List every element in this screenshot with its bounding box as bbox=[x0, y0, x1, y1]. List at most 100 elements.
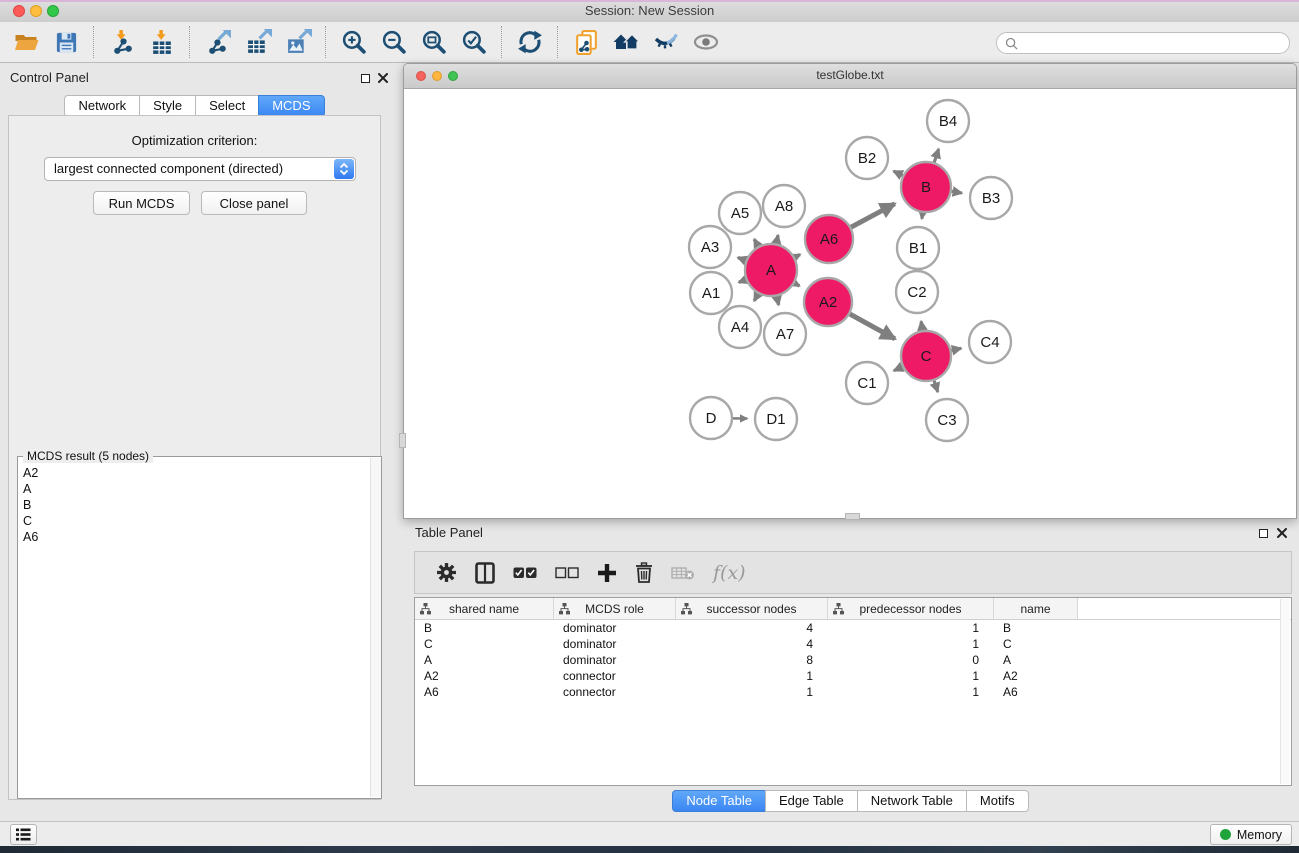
graph-edge-B-B2[interactable] bbox=[893, 171, 902, 176]
graph-edge-A-A1[interactable] bbox=[739, 280, 746, 283]
tab-node-table[interactable]: Node Table bbox=[672, 790, 766, 812]
graph-edge-A6-B[interactable] bbox=[851, 204, 895, 227]
tab-select[interactable]: Select bbox=[195, 95, 259, 117]
table-row[interactable]: Cdominator41C bbox=[415, 636, 1291, 652]
show-columns-icon[interactable] bbox=[475, 560, 495, 586]
export-table-icon[interactable] bbox=[243, 27, 273, 57]
list-item[interactable]: B bbox=[18, 497, 370, 513]
show-graphics-icon[interactable] bbox=[691, 27, 721, 57]
graph-node-label: A4 bbox=[731, 319, 749, 336]
home-icon[interactable] bbox=[611, 27, 641, 57]
graph-edge-A-A3[interactable] bbox=[738, 258, 746, 261]
column-header-predecessor-nodes[interactable]: predecessor nodes bbox=[828, 598, 994, 619]
graph-node-label: B3 bbox=[982, 190, 1000, 207]
delete-table-icon[interactable] bbox=[671, 560, 695, 586]
tab-style[interactable]: Style bbox=[139, 95, 196, 117]
titlebar-accent bbox=[0, 0, 1299, 2]
delete-column-icon[interactable] bbox=[635, 560, 653, 586]
close-panel-button[interactable]: Close panel bbox=[201, 191, 307, 215]
task-history-button[interactable] bbox=[10, 824, 37, 845]
table-cell: connector bbox=[554, 684, 676, 700]
column-header-shared-name[interactable]: shared name bbox=[415, 598, 554, 619]
graph-edge-C-C3[interactable] bbox=[934, 381, 938, 392]
tab-mcds[interactable]: MCDS bbox=[258, 95, 324, 117]
list-item[interactable]: A bbox=[18, 481, 370, 497]
search-field[interactable] bbox=[996, 32, 1290, 54]
graph-edge-A-A6[interactable] bbox=[795, 254, 800, 257]
mcds-result-scrollbar[interactable] bbox=[370, 458, 381, 797]
table-cell: 0 bbox=[828, 652, 994, 668]
add-column-icon[interactable] bbox=[597, 560, 617, 586]
column-header-successor-nodes[interactable]: successor nodes bbox=[676, 598, 828, 619]
table-toolbar: f(x) bbox=[414, 551, 1292, 594]
save-session-icon[interactable] bbox=[51, 27, 81, 57]
graph-edge-C-C2[interactable] bbox=[921, 321, 922, 330]
mcds-result-list: A2ABCA6 bbox=[18, 465, 370, 798]
graph-edge-A-A4[interactable] bbox=[754, 294, 758, 301]
graph-edge-B-B1[interactable] bbox=[922, 213, 923, 219]
graph-edge-C-C4[interactable] bbox=[951, 348, 961, 350]
graph-edge-A-A8[interactable] bbox=[776, 235, 778, 243]
import-network-icon[interactable] bbox=[107, 27, 137, 57]
split-handle-left[interactable] bbox=[399, 433, 406, 448]
split-handle-bottom[interactable] bbox=[845, 513, 860, 520]
memory-button[interactable]: Memory bbox=[1210, 824, 1292, 845]
table-cell: C bbox=[994, 636, 1078, 652]
criterion-dropdown[interactable]: largest connected component (directed) bbox=[44, 157, 356, 181]
table-panel-close-icon[interactable] bbox=[1276, 527, 1288, 539]
graph-edge-A-A2[interactable] bbox=[795, 283, 800, 286]
graph-edge-A2-C[interactable] bbox=[850, 314, 895, 339]
table-row[interactable]: Adominator80A bbox=[415, 652, 1291, 668]
tab-network-table[interactable]: Network Table bbox=[857, 790, 967, 812]
table-cell: dominator bbox=[554, 652, 676, 668]
graph-node-label: A2 bbox=[819, 294, 837, 311]
control-panel-close-icon[interactable] bbox=[377, 72, 389, 84]
graph-edge-A-A7[interactable] bbox=[777, 296, 779, 304]
clone-network-icon[interactable] bbox=[571, 27, 601, 57]
graph-node-label: B2 bbox=[858, 150, 876, 167]
settings-icon[interactable] bbox=[436, 560, 457, 586]
graph-node-label: A7 bbox=[776, 326, 794, 343]
function-builder-icon[interactable]: f(x) bbox=[713, 560, 746, 586]
graph-node-label: C bbox=[921, 348, 932, 365]
hide-panels-icon[interactable] bbox=[651, 27, 681, 57]
status-bar: Memory bbox=[0, 821, 1299, 846]
table-panel-float-icon[interactable] bbox=[1257, 527, 1269, 539]
table-scrollbar[interactable] bbox=[1280, 599, 1290, 784]
graph-edge-B-B4[interactable] bbox=[934, 149, 938, 162]
table-cell: 4 bbox=[676, 636, 828, 652]
unselect-all-columns-icon[interactable] bbox=[555, 560, 579, 586]
tab-edge-table[interactable]: Edge Table bbox=[765, 790, 858, 812]
control-panel-tabs: NetworkStyleSelectMCDS bbox=[0, 95, 390, 117]
zoom-out-icon[interactable] bbox=[379, 27, 409, 57]
network-canvas[interactable]: B4B2BB3A5A8A6A3B1AA1C2A2A4A7C4CC1DD1C3 bbox=[404, 89, 1296, 518]
graph-edge-A-A5[interactable] bbox=[754, 239, 758, 246]
graph-edge-C-C1[interactable] bbox=[894, 367, 903, 371]
zoom-selected-icon[interactable] bbox=[459, 27, 489, 57]
list-item[interactable]: A2 bbox=[18, 465, 370, 481]
zoom-in-icon[interactable] bbox=[339, 27, 369, 57]
list-item[interactable]: A6 bbox=[18, 529, 370, 545]
column-header-mcds-role[interactable]: MCDS role bbox=[554, 598, 676, 619]
tab-motifs[interactable]: Motifs bbox=[966, 790, 1029, 812]
table-row[interactable]: A2connector11A2 bbox=[415, 668, 1291, 684]
export-image-icon[interactable] bbox=[283, 27, 313, 57]
zoom-fit-icon[interactable] bbox=[419, 27, 449, 57]
select-all-columns-icon[interactable] bbox=[513, 560, 537, 586]
open-file-icon[interactable] bbox=[11, 27, 41, 57]
control-panel-float-icon[interactable] bbox=[359, 72, 371, 84]
table-cell: B bbox=[415, 620, 554, 636]
refresh-icon[interactable] bbox=[515, 27, 545, 57]
column-header-label: predecessor nodes bbox=[859, 602, 961, 616]
table-row[interactable]: Bdominator41B bbox=[415, 620, 1291, 636]
table-row[interactable]: A6connector11A6 bbox=[415, 684, 1291, 700]
search-input[interactable] bbox=[1023, 33, 1289, 53]
export-network-icon[interactable] bbox=[203, 27, 233, 57]
column-header-name[interactable]: name bbox=[994, 598, 1078, 619]
import-table-icon[interactable] bbox=[147, 27, 177, 57]
graph-edge-B-B3[interactable] bbox=[952, 191, 962, 193]
list-item[interactable]: C bbox=[18, 513, 370, 529]
mcds-result-box: MCDS result (5 nodes) A2ABCA6 bbox=[17, 456, 382, 799]
run-mcds-button[interactable]: Run MCDS bbox=[93, 191, 190, 215]
tab-network[interactable]: Network bbox=[64, 95, 140, 117]
